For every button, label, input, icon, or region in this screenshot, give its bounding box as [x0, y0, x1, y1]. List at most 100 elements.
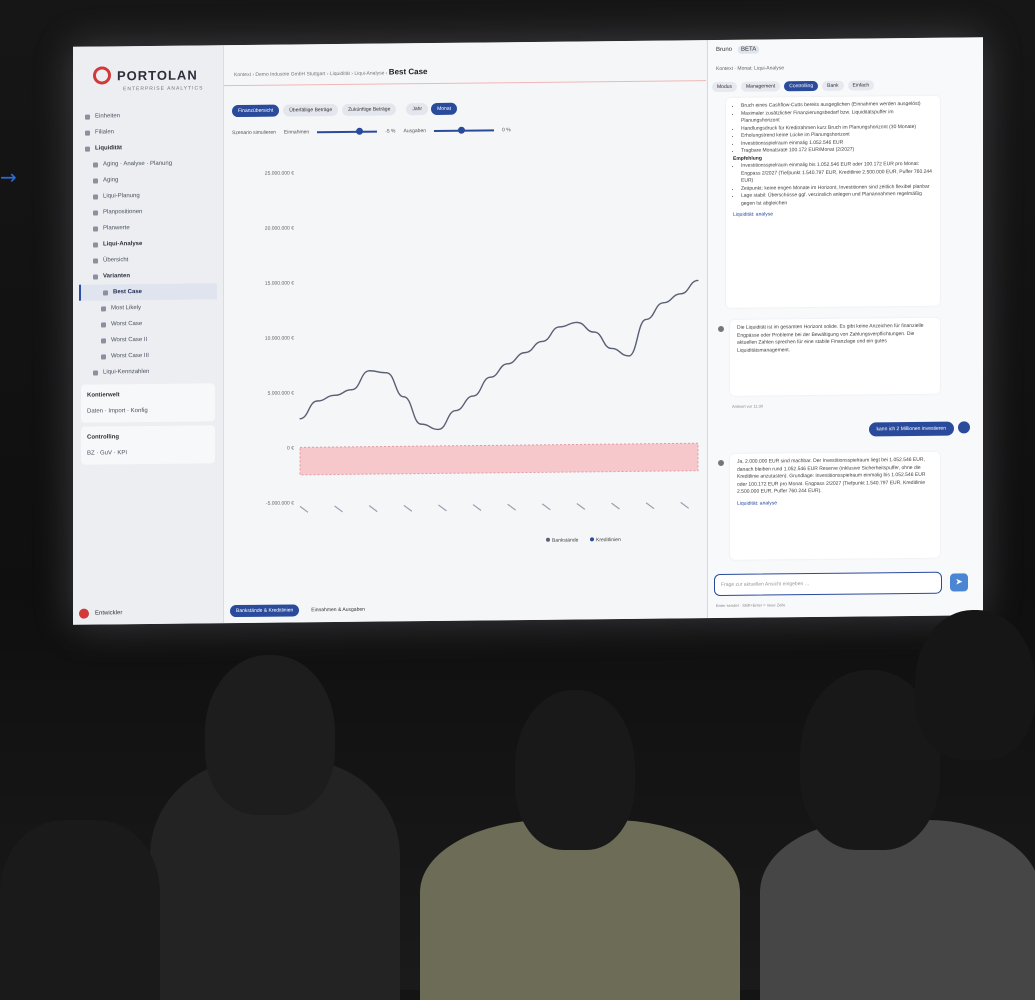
- sidebar-item-label: Planwerte: [103, 225, 130, 232]
- sidebar-item[interactable]: Worst Case III: [79, 347, 217, 364]
- chat-tab[interactable]: Einfach: [847, 80, 875, 91]
- avatar: [79, 608, 89, 619]
- tab-bottom[interactable]: Bankstände & Kreditlinien: [230, 604, 300, 618]
- sidebar-item[interactable]: Most Likely: [79, 299, 217, 316]
- y-tick-label: 5.000.000 €: [268, 390, 295, 396]
- user-avatar: [958, 421, 970, 434]
- sidebar-item[interactable]: Liquidität: [79, 139, 217, 156]
- logo-text: PORTOLAN: [117, 66, 198, 83]
- sidebar-nav: Einheiten Filialen Liquidität Aging · Analy…: [79, 107, 217, 468]
- sidebar-item[interactable]: Varianten: [79, 267, 217, 284]
- menu-icon: [103, 289, 108, 295]
- menu-icon: [85, 146, 90, 152]
- x-tick-mark: [611, 502, 620, 510]
- tab-bottom[interactable]: Einnahmen & Ausgaben: [305, 604, 371, 617]
- sidebar-item[interactable]: Filialen: [79, 123, 217, 140]
- chat-input[interactable]: Frage zur aktuellen Ansicht eingeben …: [714, 571, 942, 597]
- tab-view[interactable]: Finanzübersicht: [232, 104, 280, 118]
- x-tick-mark: [334, 505, 343, 513]
- credit-line-band: [299, 442, 699, 476]
- sidebar-item-label: Liqui-Analyse: [103, 241, 143, 248]
- slider-1-label: Einnahmen: [283, 129, 310, 136]
- sidebar-item[interactable]: Planpositionen: [79, 203, 217, 220]
- menu-icon: [93, 370, 98, 376]
- x-tick-mark: [541, 503, 551, 511]
- chat-tab[interactable]: Management: [741, 81, 781, 92]
- chat-hint: Enter sendet · Shift+Enter = neue Zeile: [716, 602, 786, 609]
- sidebar-card-title: Controlling: [87, 434, 119, 441]
- series-line-bankstaende: [299, 279, 699, 431]
- tab-view[interactable]: Überfällige Beträge: [283, 103, 339, 117]
- sidebar-item-label: Worst Case III: [111, 352, 149, 360]
- sidebar-card[interactable]: Kontierwelt Daten · Import · Konfig: [81, 383, 215, 423]
- sidebar-item[interactable]: Liqui-Analyse: [79, 235, 217, 252]
- sidebar-item[interactable]: Aging · Analyse · Planung: [79, 155, 217, 172]
- expense-slider[interactable]: [434, 126, 495, 134]
- period-option[interactable]: Monat: [431, 102, 457, 116]
- audience-head: [515, 690, 635, 850]
- sidebar-item-label: Varianten: [103, 273, 131, 280]
- sidebar-item[interactable]: Liqui-Kennzahlen: [79, 363, 217, 380]
- period-option[interactable]: Jahr: [406, 103, 429, 116]
- breadcrumb-path[interactable]: Kontext › Demo Industrie GmbH Stuttgart …: [234, 70, 387, 78]
- user-profile[interactable]: Entwickler: [79, 608, 122, 619]
- sidebar-item[interactable]: Worst Case: [79, 315, 217, 332]
- analysis-link[interactable]: Liquidität: analyse: [733, 210, 933, 220]
- assistant-panel: Bruno BETA Kontext · Monat: Liqui-Analys…: [707, 37, 983, 619]
- sidebar-item[interactable]: Übersicht: [79, 251, 217, 268]
- assistant-message: Die Liquidität ist im gesamten Horizont …: [730, 317, 940, 396]
- assistant-name: Bruno: [716, 46, 733, 54]
- chat-header: Bruno BETA: [716, 45, 760, 54]
- sidebar-item[interactable]: Best Case: [79, 283, 217, 301]
- chat-context: Kontext · Monat: Liqui-Analyse: [716, 65, 785, 73]
- main-content: Kontext › Demo Industrie GmbH Stuttgart …: [224, 40, 706, 624]
- bot-avatar: [718, 459, 724, 467]
- sidebar-item[interactable]: Planwerte: [79, 219, 217, 236]
- sidebar-card-subtitle: Daten · Import · Konfig: [87, 407, 148, 415]
- y-tick-label: 15.000.000 €: [265, 280, 294, 286]
- sidebar-item-label: Liquidität: [95, 145, 122, 152]
- menu-icon: [93, 258, 98, 264]
- audience-head: [915, 610, 1035, 760]
- chat-tab[interactable]: Modus: [712, 81, 738, 93]
- income-slider[interactable]: [317, 127, 378, 135]
- sidebar-item[interactable]: Einheiten: [79, 107, 217, 124]
- sidebar-item-label: Worst Case II: [111, 336, 148, 344]
- sidebar-card[interactable]: Controlling BZ · GuV · KPI: [81, 425, 215, 465]
- logo-icon: [93, 66, 111, 85]
- breadcrumb: Kontext › Demo Industrie GmbH Stuttgart …: [234, 67, 427, 78]
- x-tick-mark: [438, 504, 447, 512]
- slider-knob[interactable]: [458, 126, 466, 134]
- legend-marker: [590, 537, 594, 542]
- user-message: kann ich 2 Millionen investieren: [868, 421, 954, 437]
- divider: [224, 80, 706, 87]
- analysis-link[interactable]: Liquidität: analyse: [737, 498, 933, 508]
- chat-tab[interactable]: Bank: [822, 80, 844, 91]
- period-toggle: Jahr Monat: [406, 102, 457, 116]
- menu-icon: [101, 321, 106, 327]
- sidebar-item[interactable]: Aging: [79, 171, 217, 188]
- menu-icon: [85, 130, 90, 136]
- sidebar-item[interactable]: Worst Case II: [79, 331, 217, 348]
- x-tick-mark: [507, 503, 517, 511]
- y-tick-label: 25.000.000 €: [265, 170, 294, 176]
- arrow-icon: →: [0, 165, 17, 189]
- send-icon[interactable]: ➤: [950, 573, 968, 592]
- legend-label: Bankstände: [552, 537, 579, 543]
- logo: PORTOLAN: [93, 65, 198, 85]
- sidebar-item-label: Einheiten: [95, 113, 121, 120]
- view-tabs: Finanzübersicht Überfällige Beträge Zukünf…: [232, 102, 457, 118]
- menu-icon: [93, 242, 98, 248]
- menu-icon: [85, 114, 90, 120]
- x-tick-mark: [576, 503, 586, 510]
- sidebar-item-label: Übersicht: [103, 257, 129, 264]
- sidebar-item-label: Best Case: [113, 289, 143, 296]
- sidebar-item[interactable]: Liqui-Planung: [79, 187, 217, 204]
- slider-knob[interactable]: [356, 127, 364, 135]
- y-tick-label: -5.000.000 €: [266, 500, 294, 506]
- y-tick-label: 10.000.000 €: [265, 335, 294, 341]
- x-tick-mark: [368, 505, 378, 513]
- sidebar-item-label: Most Likely: [111, 305, 142, 312]
- tab-view[interactable]: Zukünftige Beträge: [342, 103, 397, 116]
- chat-tab[interactable]: Controlling: [784, 80, 819, 92]
